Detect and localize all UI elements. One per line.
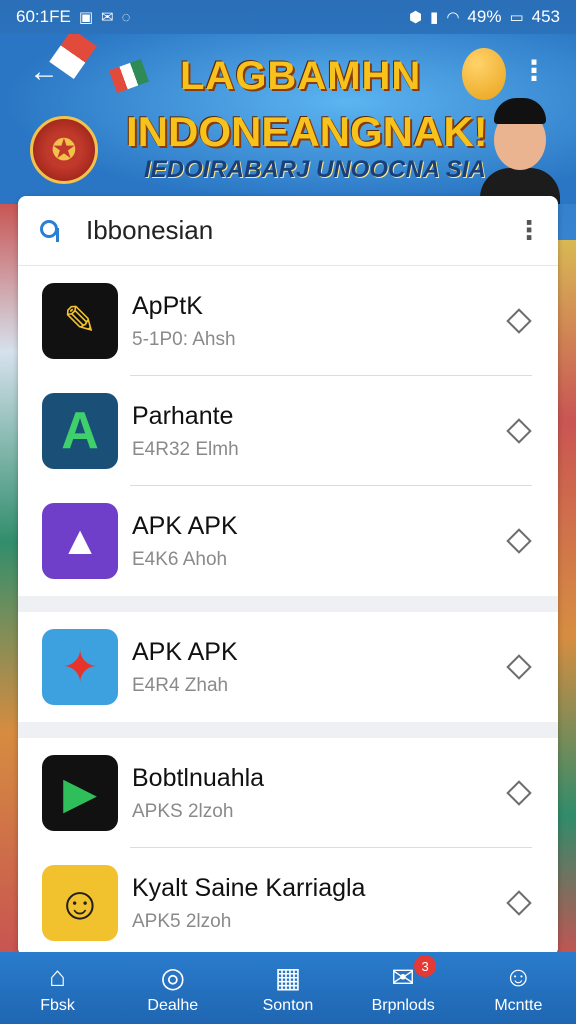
banner-title-line1: LAGBAMHN bbox=[180, 54, 422, 98]
app-subtitle: E4R32 Elmh bbox=[132, 438, 239, 460]
list-item[interactable]: ✦ APK APK E4R4 Zhah bbox=[18, 612, 558, 722]
banner-title-line2: INDONEANGNAK! bbox=[126, 108, 488, 155]
search-icon[interactable] bbox=[38, 216, 68, 246]
notification-badge: 3 bbox=[414, 955, 437, 977]
home-icon: ⌂ bbox=[49, 961, 67, 992]
shield-icon: ⬢ bbox=[408, 9, 423, 26]
status-time: 60:1FE bbox=[16, 7, 71, 26]
app-icon: ☺ bbox=[42, 865, 118, 941]
grid-icon: ▦ bbox=[274, 961, 302, 993]
battery-icon: ▭ bbox=[509, 9, 524, 26]
app-icon: ✦ bbox=[42, 629, 118, 705]
nav-item-home[interactable]: ⌂ Fbsk bbox=[3, 961, 113, 1015]
network-label: 453 bbox=[531, 7, 560, 26]
list-item[interactable]: ☺ Kyalt Saine Karriagla APK5 2lzoh bbox=[18, 848, 558, 956]
app-icon: ✎ bbox=[42, 283, 118, 359]
list-item[interactable]: ▶ Bobtlnuahla APKS 2lzoh bbox=[18, 738, 558, 848]
search-input[interactable] bbox=[86, 215, 516, 246]
nav-label: Fbsk bbox=[40, 997, 75, 1014]
app-list: ✎ ApPtK 5-1P0: Ahsh A Parhante E4R32 Elm… bbox=[18, 266, 558, 956]
promo-banner: ← ⋮ ✪ LAGBAMHN INDONEANGNAK! IEDOIRABARJ… bbox=[0, 34, 576, 204]
app-icon: ▶ bbox=[42, 755, 118, 831]
app-icon: A bbox=[42, 393, 118, 469]
app-subtitle: E4K6 Ahoh bbox=[132, 548, 228, 570]
group-divider bbox=[18, 722, 558, 738]
app-title: APK APK bbox=[132, 511, 238, 540]
app-title: ApPtK bbox=[132, 291, 203, 320]
flag-decoration bbox=[108, 58, 150, 94]
signal-icon: ▮ bbox=[430, 9, 439, 26]
mail-icon: ✉ bbox=[101, 9, 114, 26]
app-title: Bobtlnuahla bbox=[132, 763, 265, 792]
diamond-icon[interactable] bbox=[506, 780, 532, 806]
app-icon: ▲ bbox=[42, 503, 118, 579]
nav-label: Mcntte bbox=[494, 997, 543, 1014]
app-title: Kyalt Saine Karriagla bbox=[132, 873, 366, 902]
battery-percent: 49% bbox=[467, 7, 502, 26]
group-divider bbox=[18, 596, 558, 612]
diamond-icon[interactable] bbox=[506, 654, 532, 680]
diamond-icon[interactable] bbox=[506, 528, 532, 554]
more-menu-button[interactable]: ⋮ bbox=[520, 54, 548, 87]
nav-item-camera[interactable]: ◎ Dealhe bbox=[118, 961, 228, 1015]
diamond-icon[interactable] bbox=[506, 418, 532, 444]
banner-subtitle: IEDOIRABARJ UNOOCNA SIA bbox=[144, 156, 486, 183]
search-bar: ⋮ bbox=[18, 196, 558, 266]
camera-icon: ◎ bbox=[160, 961, 185, 993]
list-item[interactable]: A Parhante E4R32 Elmh bbox=[18, 376, 558, 486]
search-more-icon[interactable]: ⋮ bbox=[516, 215, 542, 246]
person-illustration bbox=[480, 92, 560, 204]
diamond-icon[interactable] bbox=[506, 890, 532, 916]
app-subtitle: APKS 2lzoh bbox=[132, 800, 234, 822]
nav-label: Brpnlods bbox=[371, 997, 435, 1014]
back-button[interactable]: ← bbox=[26, 54, 62, 90]
profile-icon: ☺ bbox=[504, 961, 533, 992]
app-title: APK APK bbox=[132, 637, 238, 666]
app-title: Parhante bbox=[132, 401, 234, 430]
nav-item-grid[interactable]: ▦ Sonton bbox=[233, 961, 343, 1015]
nav-item-profile[interactable]: ☺ Mcntte bbox=[463, 961, 573, 1015]
emblem-logo: ✪ bbox=[30, 116, 98, 184]
diamond-icon[interactable] bbox=[506, 308, 532, 334]
nav-label: Dealhe bbox=[147, 997, 199, 1014]
notification-icon: ▣ bbox=[78, 9, 93, 26]
list-item[interactable]: ✎ ApPtK 5-1P0: Ahsh bbox=[18, 266, 558, 376]
app-subtitle: 5-1P0: Ahsh bbox=[132, 328, 236, 350]
status-bar: 60:1FE ▣ ✉ ◌ ⬢ ▮ ◠ 49% ▭ 453 bbox=[0, 0, 576, 34]
bottom-navigation: ⌂ Fbsk ◎ Dealhe ▦ Sonton ✉ 3 Brpnlods ☺ … bbox=[0, 952, 576, 1024]
background-decoration-right bbox=[556, 240, 576, 960]
app-list-card: ⋮ ✎ ApPtK 5-1P0: Ahsh A Parhante E4R32 E… bbox=[18, 196, 558, 956]
nav-item-downloads[interactable]: ✉ 3 Brpnlods bbox=[348, 955, 458, 1015]
app-subtitle: E4R4 Zhah bbox=[132, 674, 229, 696]
arrow-left-icon: ← bbox=[29, 55, 59, 88]
nav-label: Sonton bbox=[262, 997, 314, 1014]
wifi-icon: ◠ bbox=[446, 9, 460, 26]
chat-icon: ◌ bbox=[121, 8, 131, 26]
list-item[interactable]: ▲ APK APK E4K6 Ahoh bbox=[18, 486, 558, 596]
app-subtitle: APK5 2lzoh bbox=[132, 910, 232, 932]
download-icon: ✉ bbox=[391, 961, 415, 993]
